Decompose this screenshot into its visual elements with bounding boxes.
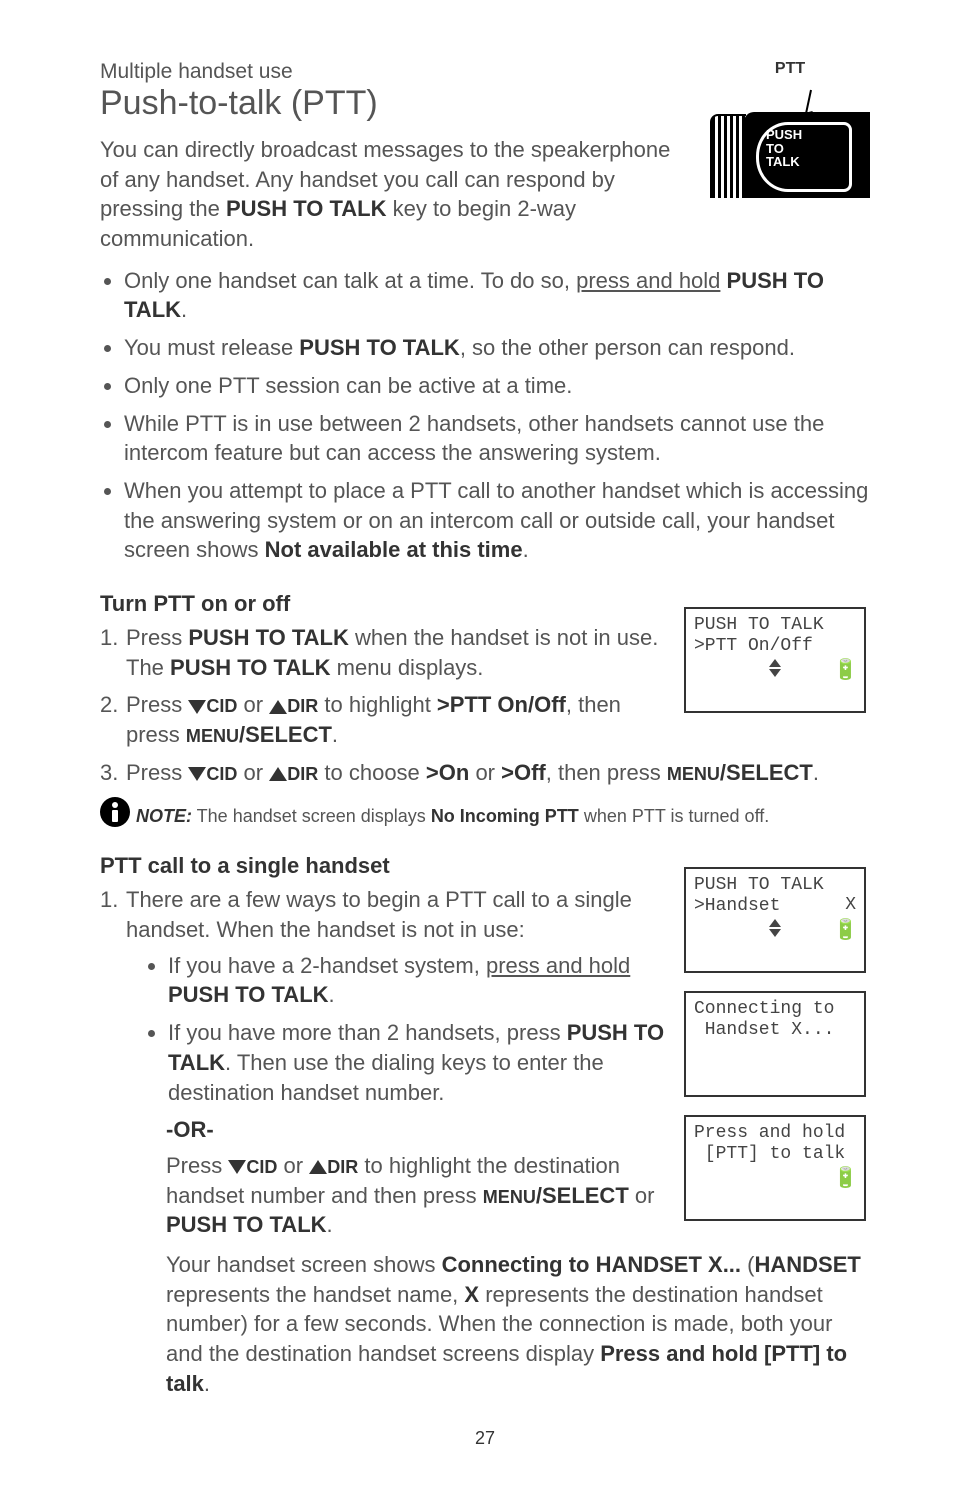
ptt-figure: PTT PUSH TO TALK: [710, 60, 870, 198]
info-icon: [100, 797, 130, 827]
sub-bullet-item: If you have more than 2 handsets, press …: [168, 1018, 870, 1107]
step-item: Press CID or DIR to highlight >PTT On/Of…: [100, 690, 870, 749]
bullet-item: Only one handset can talk at a time. To …: [124, 266, 870, 325]
sub-bullet-item: If you have a 2-handset system, press an…: [168, 951, 870, 1010]
or-paragraph: Press CID or DIR to highlight the destin…: [166, 1151, 870, 1240]
step-lead: There are a few ways to begin a PTT call…: [126, 887, 632, 942]
turn-ptt-steps: Press PUSH TO TALK when the handset is n…: [100, 623, 870, 787]
note-label: NOTE:: [136, 806, 192, 826]
note: NOTE: The handset screen displays No Inc…: [100, 797, 870, 827]
step-item: Press CID or DIR to choose >On or >Off, …: [100, 758, 870, 788]
page-number: 27: [100, 1428, 870, 1449]
or-label: -OR-: [166, 1115, 870, 1145]
bullet-item: When you attempt to place a PTT call to …: [124, 476, 870, 565]
arrow-down-icon: [228, 1160, 246, 1174]
ptt-btn-text-3: TALK: [766, 154, 800, 169]
arrow-down-icon: [188, 700, 206, 714]
sub-bullets: If you have a 2-handset system, press an…: [126, 951, 870, 1107]
intro-bullets: Only one handset can talk at a time. To …: [100, 266, 870, 565]
ptt-call-steps: There are a few ways to begin a PTT call…: [100, 885, 870, 1398]
bullet-item: Only one PTT session can be active at a …: [124, 371, 870, 401]
arrow-up-icon: [269, 700, 287, 714]
bullet-item: You must release PUSH TO TALK, so the ot…: [124, 333, 870, 363]
arrow-down-icon: [188, 767, 206, 781]
connecting-paragraph: Your handset screen shows Connecting to …: [166, 1250, 870, 1398]
step-item: There are a few ways to begin a PTT call…: [100, 885, 870, 1398]
step-item: Press PUSH TO TALK when the handset is n…: [100, 623, 870, 682]
ptt-button-graphic: PUSH TO TALK: [710, 78, 870, 198]
arrow-up-icon: [309, 1160, 327, 1174]
ptt-figure-label: PTT: [710, 60, 870, 78]
bullet-item: While PTT is in use between 2 handsets, …: [124, 409, 870, 468]
arrow-up-icon: [269, 767, 287, 781]
